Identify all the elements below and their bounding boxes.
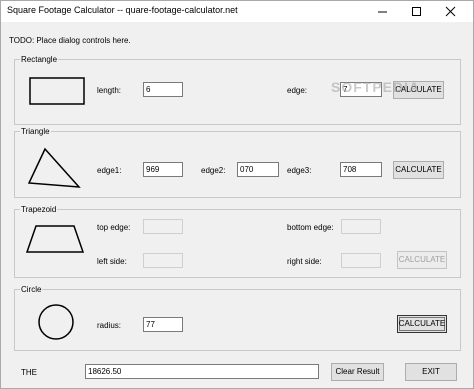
trapezoid-calculate-button[interactable]: CALCULATE — [397, 251, 447, 269]
edge1-input[interactable] — [143, 162, 183, 177]
circle-shape-icon — [38, 304, 74, 340]
left-side-input[interactable] — [143, 253, 183, 268]
title-bar: Square Footage Calculator -- quare-foota… — [1, 1, 473, 22]
edge1-label: edge1: — [97, 166, 122, 175]
top-edge-input[interactable] — [143, 219, 183, 234]
result-field[interactable] — [85, 364, 319, 379]
maximize-button[interactable] — [401, 1, 432, 22]
minimize-icon — [378, 11, 387, 13]
close-button[interactable] — [435, 1, 466, 22]
length-label: length: — [97, 86, 122, 95]
edge3-label: edge3: — [287, 166, 312, 175]
bottom-edge-input[interactable] — [341, 219, 381, 234]
rectangle-legend: Rectangle — [20, 54, 59, 65]
trapezoid-legend: Trapezoid — [20, 204, 58, 215]
circle-calculate-button[interactable]: CALCULATE — [397, 315, 447, 333]
top-edge-label: top edge: — [97, 223, 131, 232]
bottom-edge-label: bottom edge: — [287, 223, 334, 232]
left-side-label: left side: — [97, 257, 127, 266]
triangle-shape-icon — [27, 147, 81, 188]
app-window: Square Footage Calculator -- quare-foota… — [0, 0, 474, 389]
radius-label: radius: — [97, 321, 122, 330]
circle-legend: Circle — [20, 284, 43, 295]
radius-input[interactable] — [143, 317, 183, 332]
result-label: THE — [21, 368, 37, 377]
clear-result-button[interactable]: Clear Result — [331, 363, 384, 381]
rectangle-shape-icon — [29, 77, 85, 105]
edge2-input[interactable] — [237, 162, 279, 177]
right-side-label: right side: — [287, 257, 322, 266]
trapezoid-group: Trapezoid top edge: bottom edge: left si… — [14, 204, 461, 278]
edge3-input[interactable] — [340, 162, 382, 177]
exit-button[interactable]: EXIT — [405, 363, 457, 381]
right-side-input[interactable] — [341, 253, 381, 268]
maximize-icon — [412, 7, 421, 16]
close-icon — [445, 6, 456, 17]
watermark-text: SOFTPEDIA — [331, 79, 421, 95]
edge-label: edge: — [287, 86, 308, 95]
triangle-calculate-button[interactable]: CALCULATE — [393, 161, 444, 179]
circle-group: Circle radius: CALCULATE — [14, 284, 461, 351]
minimize-button[interactable] — [367, 1, 398, 22]
triangle-legend: Triangle — [20, 126, 51, 137]
edge2-label: edge2: — [201, 166, 226, 175]
trapezoid-shape-icon — [25, 225, 85, 253]
window-title: Square Footage Calculator -- quare-foota… — [7, 5, 238, 15]
todo-text: TODO: Place dialog controls here. — [9, 36, 131, 45]
triangle-group: Triangle edge1: edge2: edge3: CALCULATE — [14, 126, 461, 198]
length-input[interactable] — [143, 82, 183, 97]
